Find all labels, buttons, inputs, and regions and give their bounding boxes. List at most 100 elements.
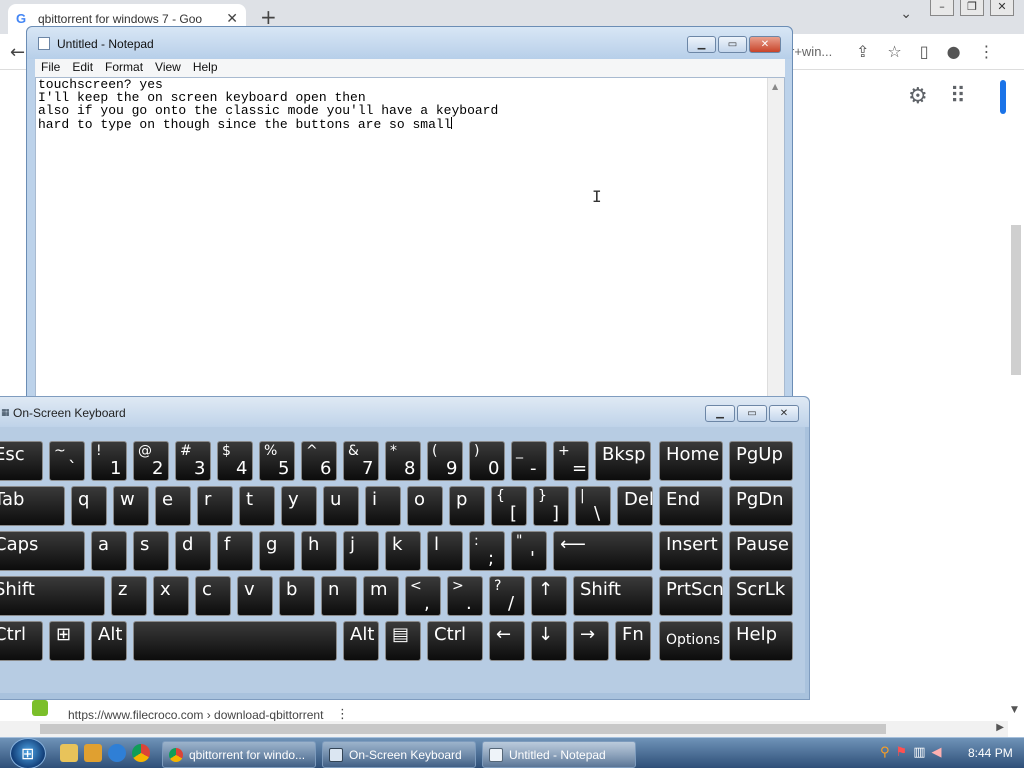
notepad-vertical-scrollbar[interactable]: ▲ xyxy=(767,78,784,404)
key[interactable]: Del xyxy=(617,486,654,526)
key[interactable]: ^ 6 xyxy=(301,441,337,481)
key[interactable]: o xyxy=(407,486,443,526)
minimize-icon[interactable]: ▁ xyxy=(687,36,716,53)
close-tab-icon[interactable]: ✕ xyxy=(226,11,238,27)
key[interactable] xyxy=(133,621,337,661)
key[interactable]: Tab xyxy=(0,486,65,526)
menu-file[interactable]: File xyxy=(35,59,66,77)
key[interactable]: Bksp xyxy=(595,441,651,481)
taskbar-button-chrome[interactable]: qbittorrent for windo... xyxy=(162,741,316,768)
key[interactable]: PgDn xyxy=(729,486,793,526)
page-scrollbar-thumb[interactable] xyxy=(1011,225,1021,375)
chrome-icon[interactable] xyxy=(132,744,150,762)
key[interactable]: Shift xyxy=(0,576,105,616)
key[interactable]: Esc xyxy=(0,441,43,481)
key[interactable]: k xyxy=(385,531,421,571)
close-icon[interactable]: ✕ xyxy=(749,36,781,53)
key[interactable]: d xyxy=(175,531,211,571)
key[interactable]: >. xyxy=(447,576,483,616)
chevron-down-icon[interactable]: ⌄ xyxy=(900,6,912,22)
sign-in-button[interactable] xyxy=(1000,80,1006,114)
key[interactable]: u xyxy=(323,486,359,526)
key[interactable]: Ctrl xyxy=(427,621,483,661)
key[interactable]: " ' xyxy=(511,531,547,571)
key[interactable]: → xyxy=(573,621,609,661)
horizontal-scrollbar-thumb[interactable] xyxy=(40,724,886,734)
key[interactable]: Fn xyxy=(615,621,651,661)
media-player-icon[interactable] xyxy=(84,744,102,762)
key[interactable]: h xyxy=(301,531,337,571)
explorer-icon[interactable] xyxy=(60,744,78,762)
key[interactable]: <, xyxy=(405,576,441,616)
key[interactable]: | \ xyxy=(575,486,611,526)
apps-grid-icon[interactable]: ⠿ xyxy=(950,84,966,109)
key[interactable]: ↑ xyxy=(531,576,567,616)
key[interactable]: Home xyxy=(659,441,723,481)
key[interactable]: ← xyxy=(489,621,525,661)
omnibox-text[interactable]: r+win... xyxy=(790,44,832,59)
share-icon[interactable]: ⇪ xyxy=(856,42,869,61)
horizontal-scrollbar[interactable]: ▶ xyxy=(0,721,1008,737)
key[interactable]: PrtScn xyxy=(659,576,724,616)
start-button[interactable]: ⊞ xyxy=(10,738,46,768)
key[interactable]: c xyxy=(195,576,231,616)
search-icon[interactable]: ⚲ xyxy=(880,745,890,760)
side-panel-icon[interactable]: ▯ xyxy=(920,42,929,61)
key[interactable]: ! 1 xyxy=(91,441,127,481)
menu-edit[interactable]: Edit xyxy=(66,59,99,77)
maximize-icon[interactable]: ▭ xyxy=(718,36,747,53)
key[interactable]: Alt xyxy=(343,621,379,661)
key[interactable]: $4 xyxy=(217,441,253,481)
key[interactable]: x xyxy=(153,576,189,616)
volume-muted-icon[interactable]: ◀ xyxy=(931,745,941,760)
key[interactable]: j xyxy=(343,531,379,571)
key[interactable]: Alt xyxy=(91,621,127,661)
key[interactable]: Caps xyxy=(0,531,85,571)
scroll-up-icon[interactable]: ▲ xyxy=(772,82,778,91)
key[interactable]: & 7 xyxy=(343,441,379,481)
taskbar-button-notepad[interactable]: Untitled - Notepad xyxy=(482,741,636,768)
key[interactable]: PgUp xyxy=(729,441,793,481)
key[interactable]: q xyxy=(71,486,107,526)
key[interactable]: r xyxy=(197,486,233,526)
key[interactable]: _ - xyxy=(511,441,547,481)
key[interactable]: }] xyxy=(533,486,569,526)
key[interactable]: n xyxy=(321,576,357,616)
menu-view[interactable]: View xyxy=(149,59,187,77)
key[interactable]: ⊞ xyxy=(49,621,85,661)
menu-dots-icon[interactable]: ⋮ xyxy=(979,42,995,61)
key[interactable]: f xyxy=(217,531,253,571)
close-icon[interactable]: ✕ xyxy=(769,405,799,422)
notepad-title-bar[interactable]: Untitled - Notepad ▁ ▭ ✕ xyxy=(27,27,792,59)
key[interactable]: ⟵ xyxy=(553,531,653,571)
key[interactable]: b xyxy=(279,576,315,616)
key[interactable]: + = xyxy=(553,441,589,481)
key[interactable]: g xyxy=(259,531,295,571)
key[interactable]: {[ xyxy=(491,486,527,526)
close-icon[interactable]: ✕ xyxy=(990,0,1014,16)
key[interactable]: * 8 xyxy=(385,441,421,481)
key[interactable]: ScrLk xyxy=(729,576,793,616)
back-arrow-icon[interactable]: ← xyxy=(10,42,25,63)
taskbar-button-keyboard[interactable]: On-Screen Keyboard xyxy=(322,741,476,768)
key[interactable]: s xyxy=(133,531,169,571)
profile-icon[interactable]: ● xyxy=(947,42,961,61)
key[interactable]: ? / xyxy=(489,576,525,616)
scroll-right-icon[interactable]: ▶ xyxy=(996,722,1004,733)
restore-icon[interactable]: ❐ xyxy=(960,0,984,16)
menu-help[interactable]: Help xyxy=(187,59,224,77)
result-url[interactable]: https://www.filecroco.com › download-qbi… xyxy=(68,708,323,722)
key[interactable]: Ctrl xyxy=(0,621,43,661)
key[interactable]: End xyxy=(659,486,723,526)
key[interactable]: Pause xyxy=(729,531,793,571)
key[interactable]: Insert xyxy=(659,531,723,571)
key[interactable]: ) 0 xyxy=(469,441,505,481)
gear-icon[interactable]: ⚙ xyxy=(908,84,928,109)
network-icon[interactable]: ▥ xyxy=(913,745,925,760)
search-result[interactable]: https://www.filecroco.com › download-qbi… xyxy=(32,700,392,722)
key[interactable]: p xyxy=(449,486,485,526)
key[interactable]: i xyxy=(365,486,401,526)
minimize-icon[interactable]: – xyxy=(930,0,954,16)
key[interactable]: z xyxy=(111,576,147,616)
menu-format[interactable]: Format xyxy=(99,59,149,77)
